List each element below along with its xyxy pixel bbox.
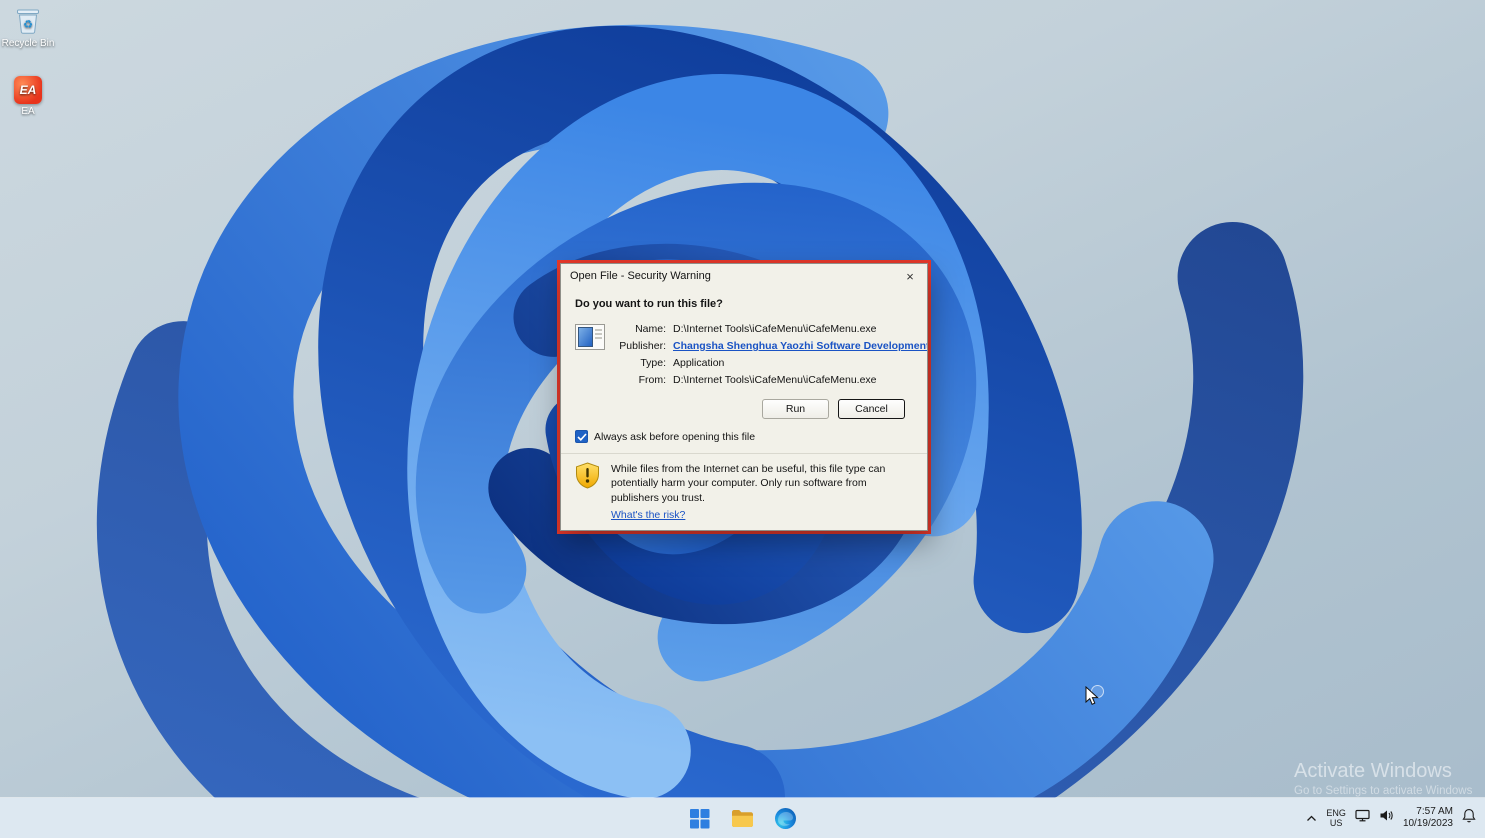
speaker-icon [1379,809,1394,822]
ea-app-icon: EA [14,76,42,104]
tray-time: 7:57 AM [1403,806,1453,819]
type-value: Application [673,357,928,369]
windows-logo-icon [689,808,710,829]
desktop-icon-ea[interactable]: EA EA [0,76,60,117]
file-explorer-button[interactable] [728,803,758,833]
warning-text: While files from the Internet can be use… [611,463,885,504]
publisher-label: Publisher: [616,340,666,352]
bell-icon [1462,808,1476,823]
publisher-link[interactable]: Changsha Shenghua Yaozhi Software Develo… [673,340,928,352]
folder-icon [731,809,754,828]
warning-shield-icon [575,462,600,494]
svg-text:♻: ♻ [23,19,33,31]
volume-tray-button[interactable] [1379,809,1394,827]
language-line1: ENG [1326,808,1346,818]
tray-clock[interactable]: 7:57 AM 10/19/2023 [1403,806,1453,831]
recycle-bin-icon: ♻ [13,6,43,36]
file-info-fields: Name: D:\Internet Tools\iCafeMenu\iCafeM… [616,323,928,386]
annotation-rectangle: Open File - Security Warning × Do you wa… [557,260,931,534]
always-ask-checkbox[interactable] [575,430,588,443]
dialog-titlebar[interactable]: Open File - Security Warning × [561,264,927,288]
from-label: From: [616,374,666,386]
tray-date: 10/19/2023 [1403,818,1453,831]
application-icon [575,324,605,386]
edge-icon [774,807,797,830]
close-icon[interactable]: × [893,264,927,288]
network-icon [1355,809,1370,822]
check-icon [577,433,587,441]
security-warning-dialog: Open File - Security Warning × Do you wa… [560,263,928,531]
ea-logo-text: EA [20,83,37,97]
from-value: D:\Internet Tools\iCafeMenu\iCafeMenu.ex… [673,374,928,386]
chevron-up-icon [1306,815,1317,822]
name-label: Name: [616,323,666,335]
language-line2: US [1326,818,1346,828]
whats-the-risk-link[interactable]: What's the risk? [611,508,685,522]
start-button[interactable] [685,803,715,833]
always-ask-label: Always ask before opening this file [594,431,755,443]
run-button[interactable]: Run [762,399,829,419]
dialog-title: Open File - Security Warning [570,270,893,282]
desktop-icon-recycle-bin[interactable]: ♻ Recycle Bin [0,6,60,49]
language-switcher[interactable]: ENG US [1326,808,1346,829]
taskbar: ENG US 7:57 AM 10/19/2023 [0,798,1485,838]
notification-center-button[interactable] [1462,808,1476,828]
show-hidden-icons-button[interactable] [1306,809,1317,827]
type-label: Type: [616,357,666,369]
name-value: D:\Internet Tools\iCafeMenu\iCafeMenu.ex… [673,323,928,335]
dialog-question: Do you want to run this file? [575,298,915,310]
recycle-bin-label: Recycle Bin [2,38,55,49]
cancel-button[interactable]: Cancel [838,399,905,419]
network-tray-button[interactable] [1355,809,1370,827]
ea-label: EA [21,106,34,117]
edge-button[interactable] [771,803,801,833]
